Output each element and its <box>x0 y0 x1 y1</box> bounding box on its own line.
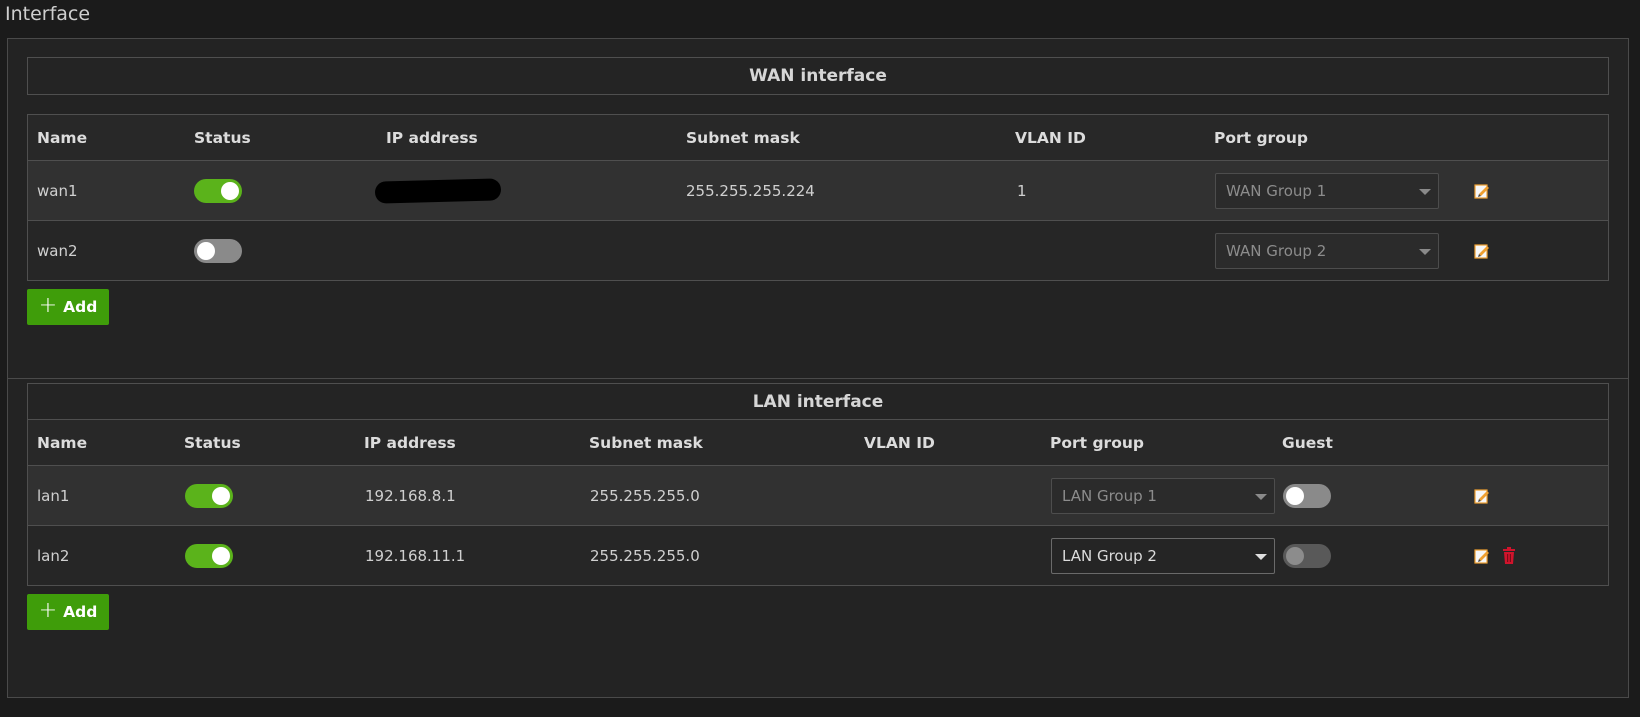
section-divider <box>8 378 1628 379</box>
wan2-port-group-select[interactable]: WAN Group 2 <box>1215 232 1439 269</box>
lan2-guest-toggle[interactable] <box>1283 543 1331 568</box>
col-header-mask: Subnet mask <box>686 128 800 147</box>
col-header-name: Name <box>37 433 88 452</box>
col-header-ip: IP address <box>386 128 478 147</box>
table-row: lan2 192.168.11.1 255.255.255.0 LAN Grou… <box>28 525 1608 585</box>
wan1-port-group-select[interactable]: WAN Group 1 <box>1215 172 1439 209</box>
wan2-status-toggle[interactable] <box>194 238 242 263</box>
lan-add-button[interactable]: + Add <box>27 594 109 630</box>
lan1-ip-address: 192.168.8.1 <box>365 486 456 505</box>
lan1-port-group-value: LAN Group 1 <box>1062 486 1157 505</box>
col-header-port-group: Port group <box>1214 128 1308 147</box>
lan1-guest-toggle[interactable] <box>1283 483 1331 508</box>
chevron-down-icon <box>1255 553 1267 560</box>
wan1-name: wan1 <box>37 181 78 200</box>
lan-add-label: Add <box>63 603 98 621</box>
wan2-port-group-value: WAN Group 2 <box>1226 241 1327 260</box>
lan2-status-toggle[interactable] <box>185 543 233 568</box>
wan-section-title: WAN interface <box>27 57 1609 95</box>
edit-icon[interactable] <box>1473 547 1491 565</box>
lan2-ip-address: 192.168.11.1 <box>365 546 466 565</box>
chevron-down-icon <box>1419 188 1431 195</box>
lan1-subnet-mask: 255.255.255.0 <box>590 486 700 505</box>
col-header-ip: IP address <box>364 433 456 452</box>
lan2-port-group-value: LAN Group 2 <box>1062 546 1157 565</box>
col-header-status: Status <box>184 433 241 452</box>
lan1-name: lan1 <box>37 486 70 505</box>
redacted-ip <box>374 177 502 204</box>
lan-table: Name Status IP address Subnet mask VLAN … <box>27 419 1609 586</box>
chevron-down-icon <box>1419 248 1431 255</box>
wan1-status-toggle[interactable] <box>194 178 242 203</box>
wan-table: Name Status IP address Subnet mask VLAN … <box>27 114 1609 281</box>
lan2-name: lan2 <box>37 546 70 565</box>
edit-icon[interactable] <box>1473 182 1491 200</box>
page-title: Interface <box>5 3 91 25</box>
wan1-port-group-value: WAN Group 1 <box>1226 181 1327 200</box>
edit-icon[interactable] <box>1473 487 1491 505</box>
col-header-port-group: Port group <box>1050 433 1144 452</box>
trash-icon[interactable] <box>1500 547 1518 565</box>
col-header-mask: Subnet mask <box>589 433 703 452</box>
wan-add-button[interactable]: + Add <box>27 289 109 325</box>
wan1-subnet-mask: 255.255.255.224 <box>686 181 815 200</box>
plus-icon: + <box>38 293 58 318</box>
wan2-name: wan2 <box>37 241 78 260</box>
col-header-status: Status <box>194 128 251 147</box>
col-header-name: Name <box>37 128 88 147</box>
lan1-status-toggle[interactable] <box>185 483 233 508</box>
table-row: wan2 WAN Group 2 <box>28 220 1608 280</box>
wan-add-label: Add <box>63 298 98 316</box>
interface-panel: WAN interface Name Status IP address Sub… <box>7 38 1629 698</box>
wan1-vlan-id: 1 <box>1017 181 1027 200</box>
lan2-port-group-select[interactable]: LAN Group 2 <box>1051 537 1275 574</box>
table-row: lan1 192.168.8.1 255.255.255.0 LAN Group… <box>28 465 1608 525</box>
col-header-guest: Guest <box>1282 433 1333 452</box>
table-row: wan1 255.255.255.224 1 WAN Group 1 <box>28 160 1608 220</box>
chevron-down-icon <box>1255 493 1267 500</box>
wan-table-header: Name Status IP address Subnet mask VLAN … <box>28 115 1608 160</box>
lan-section-title: LAN interface <box>27 383 1609 420</box>
col-header-vlan: VLAN ID <box>864 433 935 452</box>
edit-icon[interactable] <box>1473 242 1491 260</box>
lan2-subnet-mask: 255.255.255.0 <box>590 546 700 565</box>
col-header-vlan: VLAN ID <box>1015 128 1086 147</box>
lan1-port-group-select[interactable]: LAN Group 1 <box>1051 477 1275 514</box>
lan-table-header: Name Status IP address Subnet mask VLAN … <box>28 420 1608 465</box>
plus-icon: + <box>38 598 58 623</box>
